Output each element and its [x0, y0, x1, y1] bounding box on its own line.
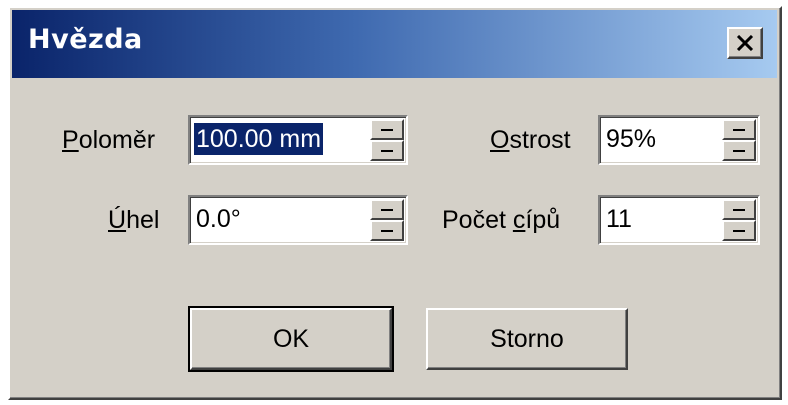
star-dialog: Hvězda Poloměr 100.00 mm Ostrost 95% Úhe…: [8, 6, 782, 400]
points-spin-up[interactable]: [722, 199, 756, 220]
spin-up-icon: [733, 128, 745, 131]
angle-spinner: [370, 199, 404, 241]
spin-up-icon: [733, 208, 745, 211]
sharpness-value[interactable]: 95%: [604, 123, 658, 155]
spin-down-icon: [381, 149, 393, 152]
angle-spin-up[interactable]: [370, 199, 404, 220]
angle-value[interactable]: 0.0°: [194, 203, 243, 235]
sharpness-spin-up[interactable]: [722, 119, 756, 140]
sharpness-label: Ostrost: [490, 126, 571, 154]
angle-spin-down[interactable]: [370, 220, 404, 241]
radius-spin-up[interactable]: [370, 119, 404, 140]
radius-value[interactable]: 100.00 mm: [194, 123, 324, 155]
ok-button[interactable]: OK: [188, 306, 394, 372]
spin-up-icon: [381, 208, 393, 211]
cancel-button[interactable]: Storno: [426, 308, 628, 370]
angle-field[interactable]: 0.0°: [188, 195, 408, 245]
sharpness-field[interactable]: 95%: [598, 115, 760, 165]
title-bar[interactable]: Hvězda: [12, 10, 777, 78]
radius-spinner: [370, 119, 404, 161]
points-label: Počet cípů: [442, 206, 561, 234]
close-button[interactable]: [727, 27, 763, 59]
points-value[interactable]: 11: [604, 203, 634, 235]
points-spinner: [722, 199, 756, 241]
close-x-icon: [736, 35, 754, 51]
points-spin-down[interactable]: [722, 220, 756, 241]
sharpness-spinner: [722, 119, 756, 161]
window-title: Hvězda: [28, 24, 143, 55]
spin-down-icon: [733, 149, 745, 152]
spin-up-icon: [381, 128, 393, 131]
angle-label: Úhel: [108, 206, 160, 234]
spin-down-icon: [381, 229, 393, 232]
radius-label: Poloměr: [62, 126, 156, 154]
sharpness-spin-down[interactable]: [722, 140, 756, 161]
radius-field[interactable]: 100.00 mm: [188, 115, 408, 165]
spin-down-icon: [733, 229, 745, 232]
points-field[interactable]: 11: [598, 195, 760, 245]
radius-spin-down[interactable]: [370, 140, 404, 161]
